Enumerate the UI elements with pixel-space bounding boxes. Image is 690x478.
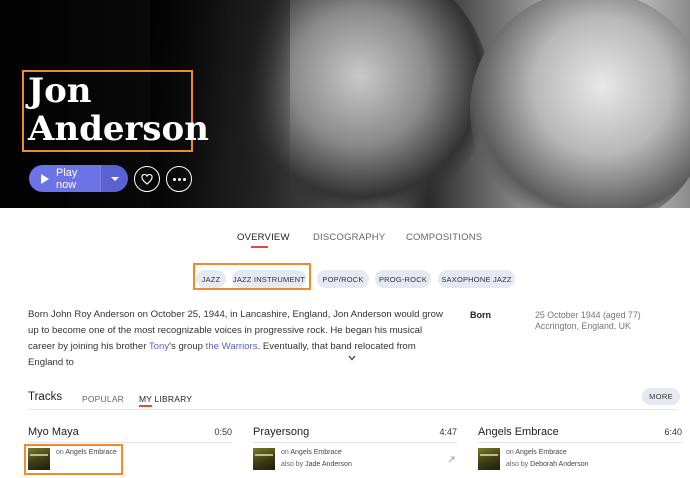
tracks-active-tab-indicator	[139, 405, 152, 407]
album-cover-thumbnail[interactable]	[253, 448, 275, 470]
album-prefix: on	[281, 449, 289, 456]
expand-bio-button[interactable]	[348, 355, 356, 363]
artist-tabs: OVERVIEW DISCOGRAPHY COMPOSITIONS	[0, 232, 690, 252]
tab-compositions[interactable]: COMPOSITIONS	[406, 232, 482, 243]
play-options-dropdown[interactable]	[100, 165, 128, 192]
album-link[interactable]: Angels Embrace	[290, 449, 341, 456]
track-title[interactable]: Prayersong	[253, 426, 309, 438]
tracks-more-button[interactable]: MORE	[642, 388, 680, 405]
track-duration: 4:47	[439, 427, 457, 437]
bio-link-warriors[interactable]: the Warriors	[206, 341, 258, 352]
chevron-down-icon	[110, 176, 119, 181]
genre-chip-prog-rock[interactable]: PROG-ROCK	[375, 270, 431, 288]
artist-name: Jon Anderson	[22, 70, 209, 152]
track-also-by: also by Jade Anderson	[281, 461, 352, 468]
tracks-section-title: Tracks	[28, 391, 63, 403]
genre-chip-jazz-instrument[interactable]: JAZZ INSTRUMENT	[232, 270, 306, 288]
born-place: Accrington, England, UK	[535, 321, 631, 331]
bio-link-tony[interactable]: Tony	[149, 341, 169, 352]
active-tab-indicator	[251, 246, 268, 248]
artist-biography: Born John Roy Anderson on October 25, 19…	[28, 307, 448, 371]
bio-text-2: 's group	[169, 341, 206, 352]
tab-overview[interactable]: OVERVIEW	[237, 232, 290, 243]
more-dots-icon	[172, 177, 186, 181]
play-icon	[41, 173, 49, 184]
track-card[interactable]: Angels Embrace 6:40 on Angels Embrace al…	[478, 426, 682, 478]
born-details: 25 October 1944 (aged 77) Accrington, En…	[535, 310, 641, 332]
track-title[interactable]: Myo Maya	[28, 426, 79, 438]
artist-name-line1: Jon	[28, 71, 92, 111]
album-highlight-box	[24, 444, 123, 475]
track-card[interactable]: Prayersong 4:47 on Angels Embrace also b…	[253, 426, 457, 478]
born-date: 25 October 1944 (aged 77)	[535, 310, 641, 320]
favorite-button[interactable]	[134, 166, 160, 192]
genre-chip-pop-rock[interactable]: POP/ROCK	[317, 270, 369, 288]
track-album-info: on Angels Embrace	[281, 449, 342, 456]
track-divider	[28, 442, 232, 443]
tracks-tab-my-library[interactable]: MY LIBRARY	[139, 394, 192, 404]
also-by-artist-link[interactable]: Jade Anderson	[305, 461, 352, 468]
artist-name-line2: Anderson	[28, 109, 209, 149]
tab-discography[interactable]: DISCOGRAPHY	[313, 232, 385, 243]
album-cover-thumbnail[interactable]	[478, 448, 500, 470]
tracks-divider	[28, 409, 678, 410]
track-also-by: also by Deborah Anderson	[506, 461, 589, 468]
track-divider	[253, 442, 457, 443]
genre-chip-saxophone-jazz[interactable]: SAXOPHONE JAZZ	[438, 270, 515, 288]
track-divider	[478, 442, 682, 443]
born-label: Born	[470, 310, 491, 320]
album-link[interactable]: Angels Embrace	[515, 449, 566, 456]
heart-icon	[141, 173, 153, 185]
track-title[interactable]: Angels Embrace	[478, 426, 559, 438]
more-options-button[interactable]	[166, 166, 192, 192]
track-album-info: on Angels Embrace	[506, 449, 567, 456]
play-now-button[interactable]: Play now	[29, 165, 100, 192]
also-by-prefix: also by	[281, 461, 304, 468]
share-link-icon[interactable]	[448, 456, 455, 463]
also-by-artist-link[interactable]: Deborah Anderson	[530, 461, 588, 468]
chevron-down-icon	[348, 355, 356, 361]
also-by-prefix: also by	[506, 461, 529, 468]
genre-chip-jazz[interactable]: JAZZ	[196, 270, 226, 288]
album-prefix: on	[506, 449, 514, 456]
track-duration: 6:40	[664, 427, 682, 437]
tracks-tab-popular[interactable]: POPULAR	[82, 394, 124, 404]
track-duration: 0:50	[214, 427, 232, 437]
play-now-label: Play now	[56, 166, 78, 191]
